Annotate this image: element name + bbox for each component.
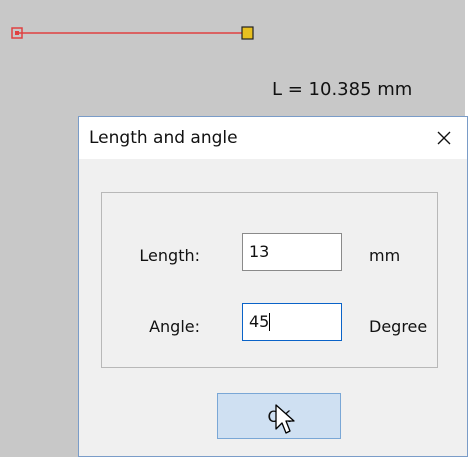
- close-button[interactable]: [421, 117, 467, 159]
- length-angle-dialog: Length and angle Length: 13 mm Angle: 45…: [78, 116, 468, 457]
- measurement-line[interactable]: [0, 0, 473, 80]
- text-caret: [269, 313, 270, 331]
- end-handle[interactable]: [241, 26, 254, 40]
- angle-input[interactable]: 45: [242, 303, 342, 341]
- length-input[interactable]: 13: [242, 233, 342, 271]
- mouse-pointer-icon: [275, 404, 295, 434]
- length-unit: mm: [369, 246, 401, 265]
- length-label: Length:: [139, 246, 200, 265]
- input-group-box: Length: 13 mm Angle: 45 Degree: [101, 192, 438, 368]
- length-readout: L = 10.385 mm: [272, 79, 413, 100]
- angle-label: Angle:: [149, 317, 200, 336]
- dialog-title-bar[interactable]: Length and angle: [79, 117, 467, 159]
- dialog-title: Length and angle: [89, 128, 238, 148]
- angle-unit: Degree: [369, 317, 428, 336]
- close-icon: [437, 131, 451, 145]
